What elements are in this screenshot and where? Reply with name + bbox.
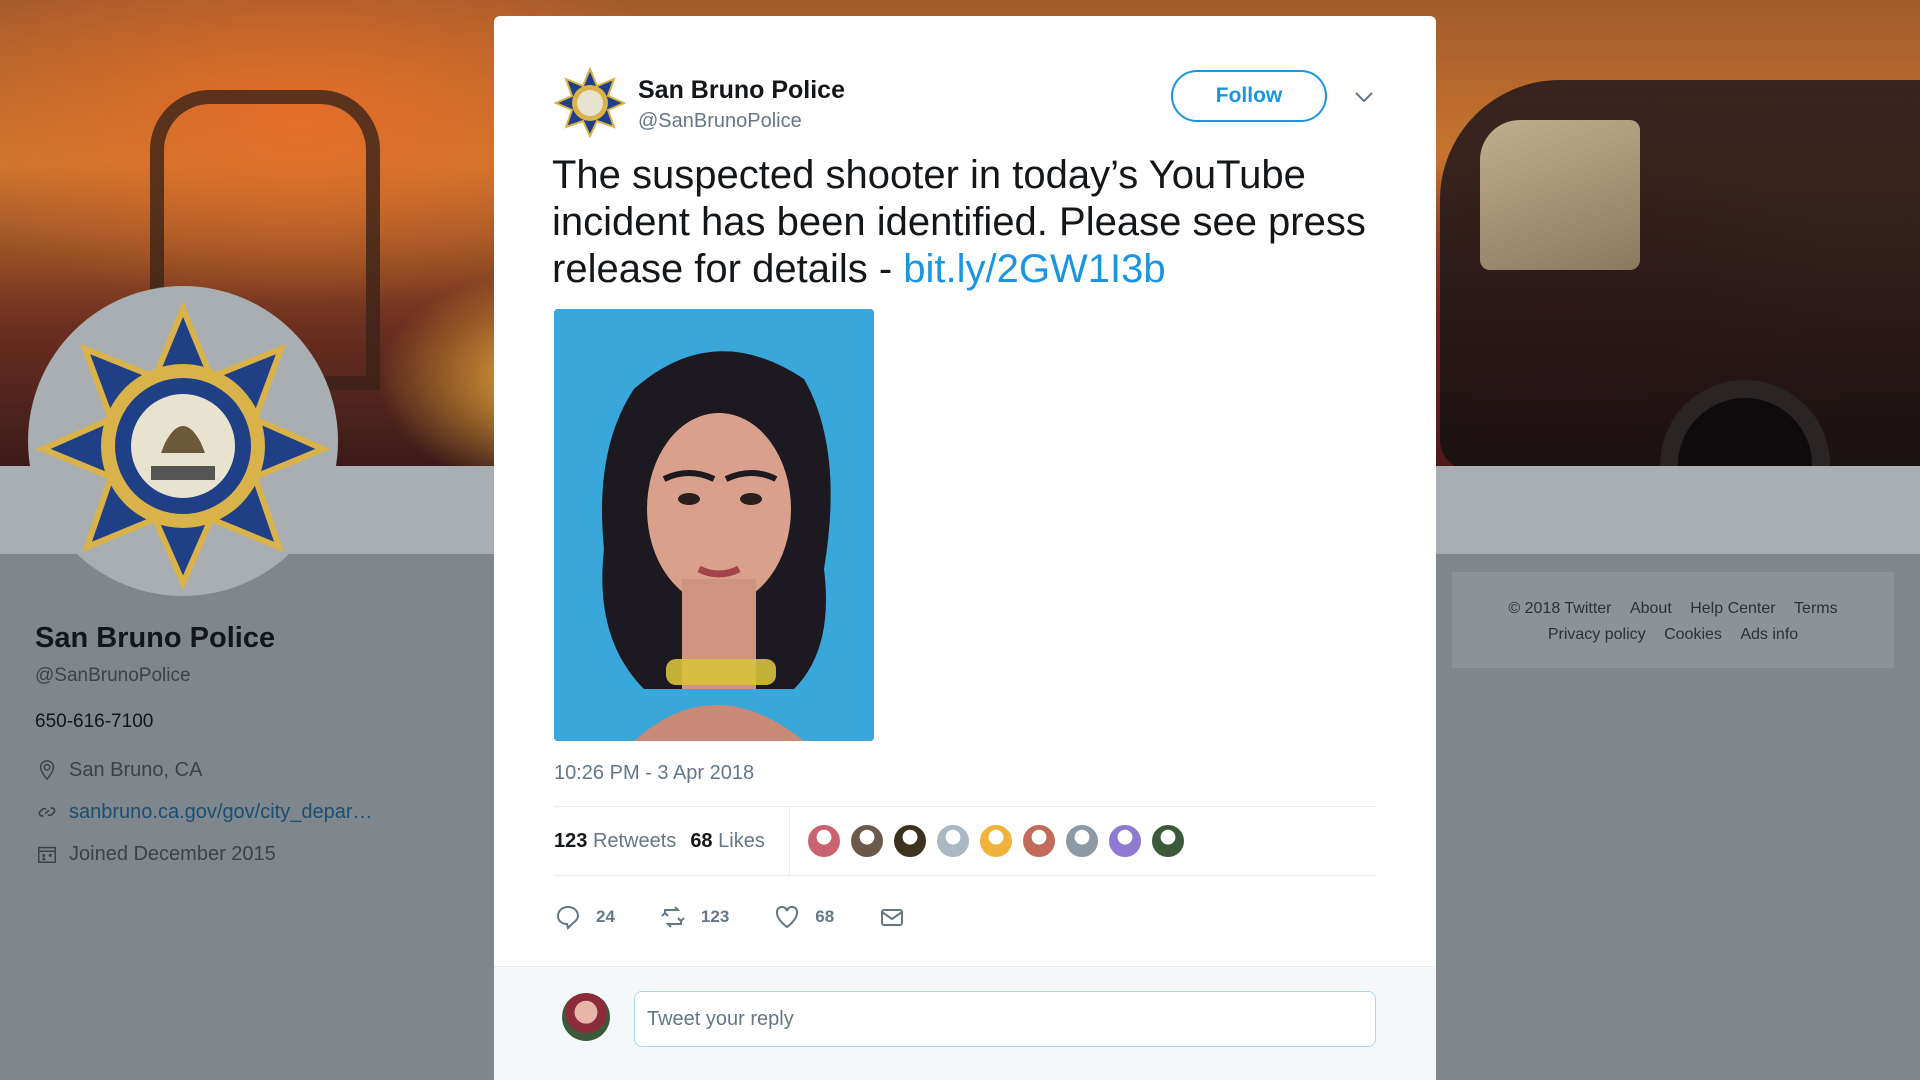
- profile-joined: Joined December 2015: [35, 842, 276, 866]
- author-avatar[interactable]: [553, 66, 627, 139]
- envelope-icon: [881, 909, 904, 926]
- footer-ads-link[interactable]: Ads info: [1740, 626, 1798, 643]
- tweet-stats: 123 Retweets 68 Likes: [554, 806, 1376, 876]
- likes-count: 68: [690, 829, 713, 852]
- profile-phone: 650-616-7100: [35, 711, 154, 732]
- liker-avatar[interactable]: [978, 823, 1014, 859]
- link-icon: [35, 800, 59, 824]
- chevron-down-icon[interactable]: [1351, 84, 1377, 110]
- profile-website-link[interactable]: sanbruno.ca.gov/gov/city_depar…: [69, 801, 373, 824]
- profile-location-text: San Bruno, CA: [69, 758, 203, 781]
- heart-icon: [776, 905, 799, 929]
- profile-website[interactable]: sanbruno.ca.gov/gov/city_depar…: [35, 800, 373, 824]
- profile-name[interactable]: San Bruno Police: [35, 622, 275, 655]
- likes-label: Likes: [718, 829, 765, 852]
- tweet-modal: San Bruno Police @SanBrunoPolice Follow …: [494, 16, 1436, 1080]
- retweet-count: 123: [700, 907, 730, 926]
- footer-terms-link[interactable]: Terms: [1794, 600, 1838, 617]
- stat-counts: 123 Retweets 68 Likes: [554, 807, 790, 875]
- footer-about-link[interactable]: About: [1630, 600, 1672, 617]
- current-user-avatar[interactable]: [562, 993, 610, 1041]
- liker-avatar[interactable]: [935, 823, 971, 859]
- liker-avatar[interactable]: [1064, 823, 1100, 859]
- direct-message-action[interactable]: [878, 903, 906, 931]
- reply-action[interactable]: 24: [554, 903, 615, 931]
- reply-icon: [556, 905, 580, 930]
- reply-count: 24: [596, 907, 615, 926]
- likes-stat[interactable]: 68 Likes: [690, 830, 765, 853]
- profile-location: San Bruno, CA: [35, 758, 202, 782]
- reply-input[interactable]: [634, 991, 1376, 1047]
- footer-copyright: © 2018 Twitter: [1508, 600, 1612, 617]
- retweet-action[interactable]: 123: [659, 903, 729, 931]
- calendar-icon: [35, 842, 59, 866]
- tweet-actions: 24 123 68: [554, 892, 1376, 942]
- footer-help-link[interactable]: Help Center: [1690, 600, 1775, 617]
- like-action[interactable]: 68: [773, 903, 834, 931]
- author-handle[interactable]: @SanBrunoPolice: [638, 110, 802, 133]
- profile-handle: @SanBrunoPolice: [35, 665, 191, 686]
- location-pin-icon: [35, 758, 59, 782]
- reply-area: [494, 966, 1436, 1080]
- footer-privacy-link[interactable]: Privacy policy: [1548, 626, 1646, 643]
- follow-button[interactable]: Follow: [1171, 70, 1327, 122]
- liker-avatar[interactable]: [806, 823, 842, 859]
- footer-cookies-link[interactable]: Cookies: [1664, 626, 1722, 643]
- liker-avatar[interactable]: [1021, 823, 1057, 859]
- retweets-count: 123: [554, 829, 588, 852]
- tweet-text: The suspected shooter in today’s YouTube…: [552, 152, 1372, 293]
- liker-avatar[interactable]: [849, 823, 885, 859]
- liker-avatar[interactable]: [1107, 823, 1143, 859]
- liker-avatar[interactable]: [892, 823, 928, 859]
- retweet-icon: [661, 906, 685, 928]
- tweet-link[interactable]: bit.ly/2GW1I3b: [903, 247, 1165, 291]
- retweets-label: Retweets: [592, 829, 677, 852]
- police-badge-icon: [33, 291, 333, 591]
- tweet-photo[interactable]: [554, 309, 874, 741]
- liker-avatar[interactable]: [1150, 823, 1186, 859]
- retweets-stat[interactable]: 123 Retweets: [554, 830, 676, 853]
- profile-avatar[interactable]: [28, 286, 338, 596]
- footer-links: © 2018 Twitter About Help Center Terms P…: [1452, 572, 1894, 668]
- liker-avatars: [806, 823, 1186, 859]
- like-count: 68: [815, 907, 835, 926]
- profile-joined-text: Joined December 2015: [69, 842, 276, 865]
- tweet-header: San Bruno Police @SanBrunoPolice Follow: [553, 66, 1377, 156]
- author-name[interactable]: San Bruno Police: [638, 76, 845, 105]
- tweet-timestamp[interactable]: 10:26 PM - 3 Apr 2018: [554, 762, 754, 785]
- banner-car-window: [1480, 120, 1640, 270]
